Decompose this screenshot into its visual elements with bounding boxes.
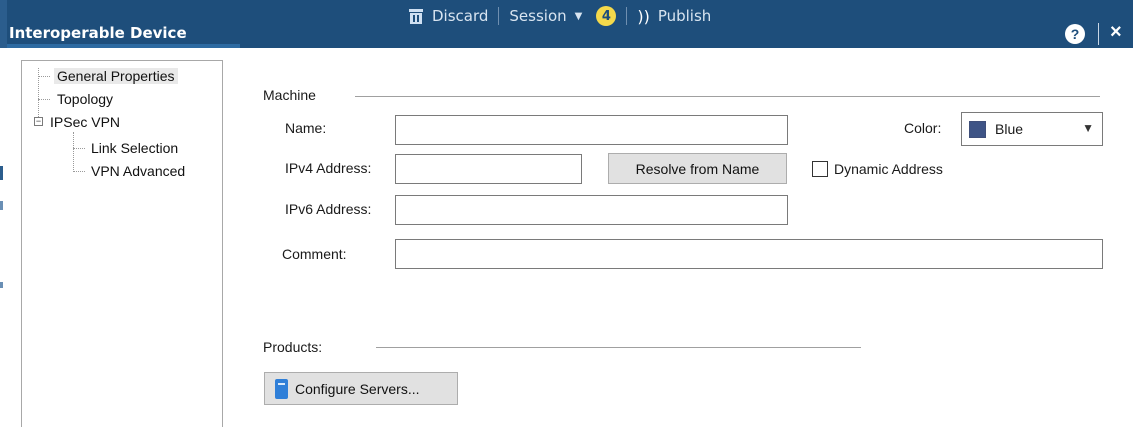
tree-item-label: General Properties [54,68,178,84]
ipv6-input[interactable] [395,195,788,225]
title-separator [1098,23,1099,45]
publish-label: Publish [657,7,712,25]
tree-connector [73,132,74,172]
tree-connector [73,148,85,149]
comment-label: Comment: [282,246,347,262]
dynamic-address-checkbox[interactable] [812,161,828,177]
configure-servers-button[interactable]: Configure Servers... [264,372,458,405]
collapse-icon[interactable]: − [34,117,43,126]
tree-connector [38,76,50,77]
tree-item-label: Topology [57,91,114,107]
discard-label: Discard [432,7,489,25]
products-group-label: Products: [263,339,323,355]
broadcast-icon: )) [637,6,650,26]
discard-button[interactable]: Discard [408,7,488,25]
tree-item-general-properties[interactable]: General Properties [54,66,178,86]
help-icon[interactable]: ? [1065,24,1085,44]
window-title: Interoperable Device [9,24,187,42]
title-underline [7,44,240,48]
tree-item-label: Link Selection [91,140,179,156]
ipv4-label: IPv4 Address: [285,160,372,176]
toolbar-separator [626,7,628,25]
tree-connector [73,171,85,172]
name-input[interactable] [395,115,788,145]
server-icon [275,378,288,399]
color-select-value: Blue [995,121,1024,137]
ipv6-label: IPv6 Address: [285,201,372,217]
tree-item-link-selection[interactable]: Link Selection [88,138,181,158]
tree-item-vpn-advanced[interactable]: VPN Advanced [88,161,188,181]
close-icon[interactable]: × [1110,21,1122,44]
machine-group-label: Machine [263,87,316,103]
color-swatch [969,120,986,138]
toolbar-separator [498,7,500,25]
tree-connector [38,99,50,100]
session-count-badge: 4 [596,6,617,26]
resolve-from-name-button[interactable]: Resolve from Name [608,153,787,184]
tree-item-topology[interactable]: Topology [54,89,116,109]
gutter-mark [0,201,3,210]
publish-button[interactable]: )) Publish [637,7,711,26]
products-group-rule [376,347,861,348]
gutter-mark [0,166,3,180]
name-label: Name: [285,120,327,136]
configure-servers-label: Configure Servers... [295,380,420,397]
session-menu[interactable]: Session ▼ 4 [509,6,617,26]
title-bar: Interoperable Device Discard Session ▼ 4… [0,0,1133,48]
ipv4-input[interactable] [395,154,582,184]
color-select[interactable]: Blue ▼ [961,112,1103,146]
navigation-tree: General Properties Topology − IPSec VPN … [21,60,223,427]
session-bar: Discard Session ▼ 4 )) Publish [408,4,711,28]
tree-item-ipsec-vpn[interactable]: IPSec VPN [47,112,123,132]
gutter-mark [0,282,3,288]
comment-input[interactable] [395,239,1103,269]
tree-item-label: IPSec VPN [50,114,121,130]
dynamic-address-label[interactable]: Dynamic Address [834,161,943,177]
chevron-down-icon: ▼ [1082,121,1094,135]
title-bar-edge [0,0,7,48]
session-label: Session [509,7,567,25]
trash-icon [408,8,424,24]
machine-group-rule [355,96,1100,97]
color-label: Color: [904,120,942,136]
caret-down-icon: ▼ [574,10,583,22]
tree-item-label: VPN Advanced [91,163,186,179]
